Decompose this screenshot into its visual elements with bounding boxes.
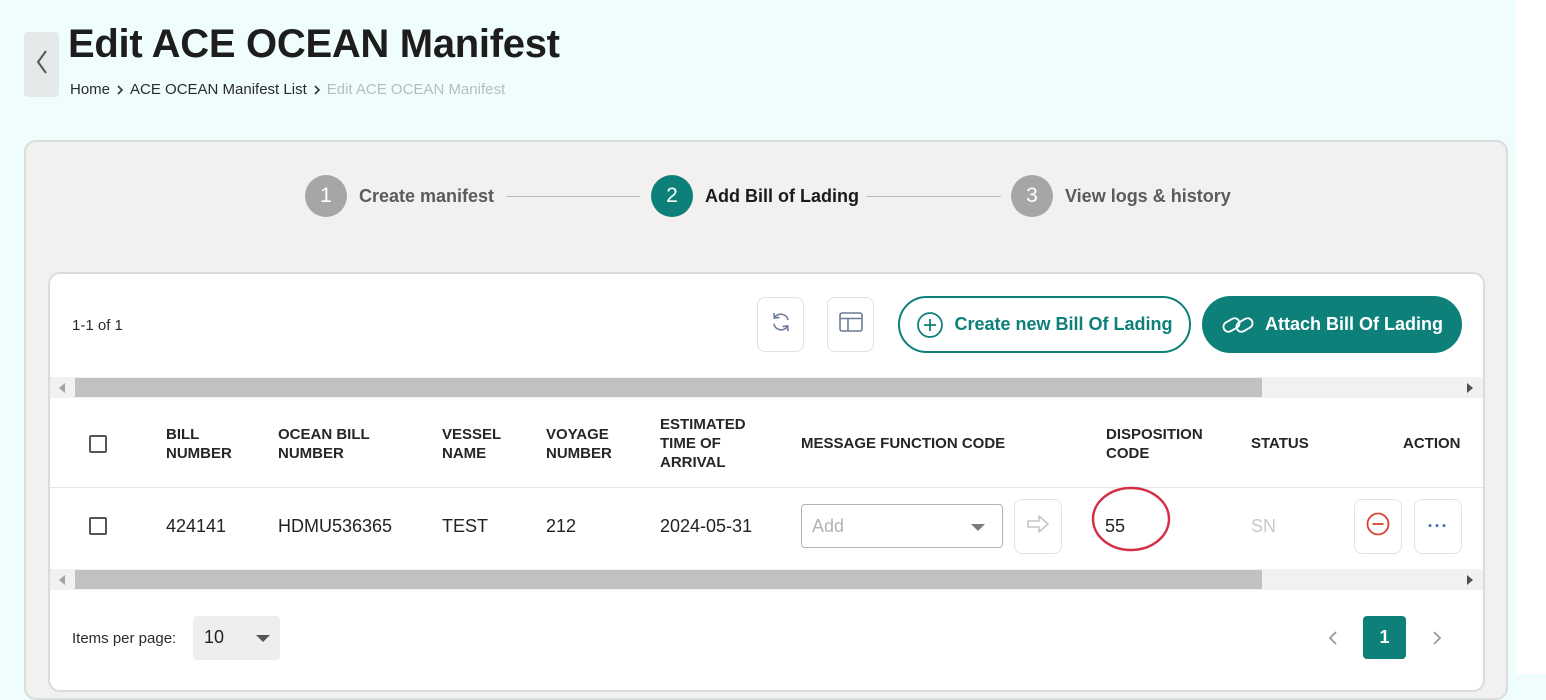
step-connector xyxy=(866,196,1001,197)
step-connector xyxy=(506,196,640,197)
step-number: 1 xyxy=(305,175,347,217)
row-checkbox[interactable] xyxy=(89,517,107,535)
apply-message-code-button[interactable] xyxy=(1014,499,1062,554)
cell-status: SN xyxy=(1251,516,1277,536)
step-number: 2 xyxy=(651,175,693,217)
items-per-page-label: Items per page: xyxy=(72,630,177,647)
next-page-button[interactable] xyxy=(1431,630,1443,651)
breadcrumb-current: Edit ACE OCEAN Manifest xyxy=(326,81,506,98)
step-view-logs[interactable]: 3 View logs & history xyxy=(1011,175,1231,217)
link-icon xyxy=(1221,313,1255,337)
select-all-checkbox[interactable] xyxy=(89,435,107,453)
scroll-right-arrow[interactable] xyxy=(1467,575,1473,585)
plus-circle-icon xyxy=(916,311,944,339)
scroll-thumb[interactable] xyxy=(75,378,1262,397)
refresh-button[interactable] xyxy=(757,297,804,352)
minus-circle-icon xyxy=(1365,511,1391,542)
step-add-bill-of-lading[interactable]: 2 Add Bill of Lading xyxy=(651,175,859,217)
chevron-right-icon xyxy=(313,84,321,96)
annotation-circle xyxy=(1090,484,1174,559)
scroll-thumb[interactable] xyxy=(75,570,1262,589)
page-title: Edit ACE OCEAN Manifest xyxy=(68,22,560,66)
header-status[interactable]: STATUS xyxy=(1251,434,1331,453)
breadcrumb-home-link[interactable]: Home xyxy=(70,81,110,98)
header-divider xyxy=(50,487,1483,488)
header-action: ACTION xyxy=(1403,435,1461,452)
header-disposition-code[interactable]: DISPOSITION CODE xyxy=(1106,425,1216,463)
more-dots-icon: ··· xyxy=(1427,516,1449,536)
header-voyage-number[interactable]: VOYAGE NUMBER xyxy=(546,425,626,463)
items-per-page-select[interactable]: 10 xyxy=(193,616,280,660)
message-function-code-select[interactable]: Add xyxy=(801,504,1003,548)
header-estimated-time-of-arrival[interactable]: ESTIMATED TIME OF ARRIVAL xyxy=(660,415,760,472)
cell-ocean-bill-number: HDMU536365 xyxy=(278,516,393,536)
page-number-button[interactable]: 1 xyxy=(1363,616,1406,659)
step-number: 3 xyxy=(1011,175,1053,217)
chevron-right-icon xyxy=(116,84,124,96)
create-bill-of-lading-button[interactable]: Create new Bill Of Lading xyxy=(898,296,1191,353)
cell-eta: 2024-05-31 xyxy=(660,516,753,536)
header-message-function-code[interactable]: MESSAGE FUNCTION CODE xyxy=(801,434,1031,453)
columns-layout-icon xyxy=(838,311,864,338)
previous-page-button[interactable] xyxy=(1327,630,1339,651)
chevron-left-icon xyxy=(35,49,49,80)
scroll-left-arrow[interactable] xyxy=(59,575,65,585)
header-vessel-name[interactable]: VESSEL NAME xyxy=(442,425,512,463)
step-label: Create manifest xyxy=(359,185,495,206)
scroll-left-arrow[interactable] xyxy=(59,383,65,393)
remove-row-button[interactable] xyxy=(1354,499,1402,554)
breadcrumb-manifest-list-link[interactable]: ACE OCEAN Manifest List xyxy=(130,81,307,98)
more-actions-button[interactable]: ··· xyxy=(1414,499,1462,554)
breadcrumb: Home ACE OCEAN Manifest List Edit ACE OC… xyxy=(70,81,505,98)
header-bill-number[interactable]: BILL NUMBER xyxy=(166,425,256,463)
bill-of-lading-panel: 1-1 of 1 Create new Bill Of Lading Attac… xyxy=(48,272,1485,692)
attach-bill-of-lading-button[interactable]: Attach Bill Of Lading xyxy=(1202,296,1462,353)
header-ocean-bill-number[interactable]: OCEAN BILL NUMBER xyxy=(278,425,388,463)
select-placeholder: Add xyxy=(812,516,845,536)
chevron-down-icon xyxy=(256,635,270,642)
horizontal-scrollbar-bottom[interactable] xyxy=(50,569,1483,590)
step-label: Add Bill of Lading xyxy=(705,185,859,206)
items-per-page-value: 10 xyxy=(204,627,225,647)
cell-bill-number: 424141 xyxy=(166,516,227,536)
back-button[interactable] xyxy=(24,32,59,97)
create-bill-of-lading-label: Create new Bill Of Lading xyxy=(954,314,1173,334)
horizontal-scrollbar-top[interactable] xyxy=(50,377,1483,398)
result-count: 1-1 of 1 xyxy=(72,317,123,334)
refresh-icon xyxy=(769,310,793,339)
step-label: View logs & history xyxy=(1065,185,1231,206)
attach-bill-of-lading-label: Attach Bill Of Lading xyxy=(1265,314,1443,334)
right-page-strip xyxy=(1516,0,1546,674)
arrow-right-icon xyxy=(1026,514,1050,539)
cell-voyage-number: 212 xyxy=(546,516,577,536)
cell-vessel-name: TEST xyxy=(442,516,489,536)
step-create-manifest[interactable]: 1 Create manifest xyxy=(305,175,494,217)
columns-button[interactable] xyxy=(827,297,874,352)
chevron-down-icon xyxy=(971,524,985,531)
scroll-right-arrow[interactable] xyxy=(1467,383,1473,393)
